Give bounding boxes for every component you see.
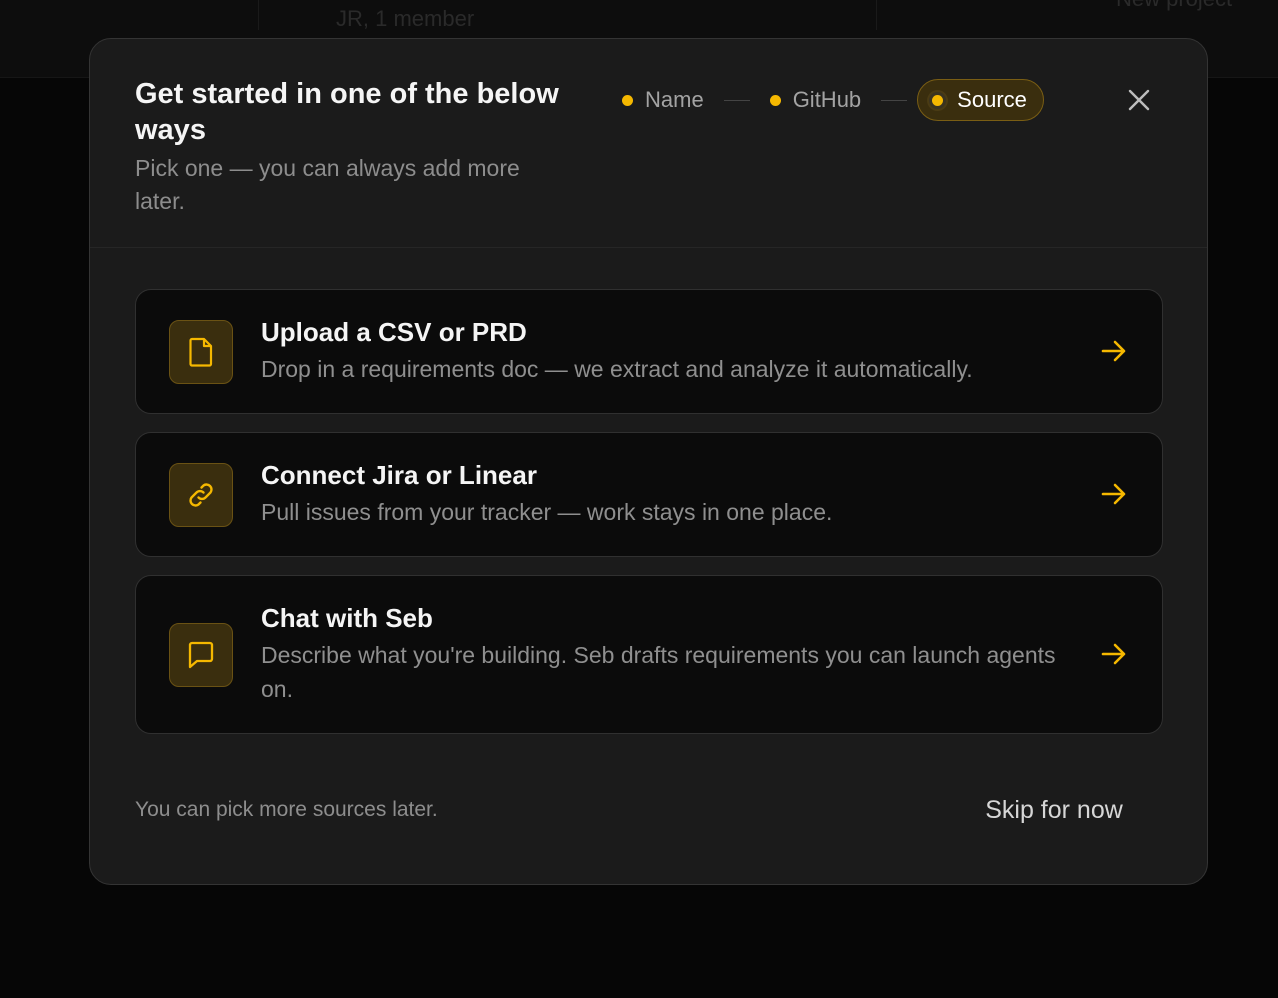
option-title: Chat with Seb xyxy=(261,603,433,633)
close-button[interactable] xyxy=(1122,83,1156,117)
step-source[interactable]: Source xyxy=(917,79,1044,121)
file-icon xyxy=(169,320,233,384)
background-team-label: JR, 1 member xyxy=(336,6,475,31)
source-options-list: Upload a CSV or PRD Drop in a requiremen… xyxy=(135,289,1163,752)
option-connect-jira-linear[interactable]: Connect Jira or Linear Pull issues from … xyxy=(135,432,1163,557)
step-label: Source xyxy=(957,87,1027,112)
step-name[interactable]: Name xyxy=(612,79,714,121)
step-active-dot-icon xyxy=(932,94,944,106)
step-complete-dot-icon xyxy=(622,94,633,106)
step-complete-dot-icon xyxy=(769,94,781,106)
step-label: GitHub xyxy=(792,87,862,112)
option-description: Drop in a requirements doc — we extract … xyxy=(261,356,973,382)
option-chat-with-seb[interactable]: Chat with Seb Describe what you're build… xyxy=(135,575,1163,734)
arrow-right-icon xyxy=(1100,640,1128,668)
skip-for-now-button[interactable]: Skip for now xyxy=(966,787,1142,833)
step-connector xyxy=(723,99,750,101)
onboarding-modal: Get started in one of the below ways Pic… xyxy=(89,38,1208,885)
step-github[interactable]: GitHub xyxy=(760,79,871,121)
background-divider xyxy=(876,0,877,30)
step-label: Name xyxy=(645,87,704,112)
option-upload-csv-prd[interactable]: Upload a CSV or PRD Drop in a requiremen… xyxy=(135,289,1163,414)
arrow-right-icon xyxy=(1100,337,1128,365)
background-divider xyxy=(258,0,259,30)
modal-subtitle: Pick one — you can always add more later… xyxy=(135,155,520,214)
link-icon xyxy=(169,463,233,527)
onboarding-stepper: Name GitHub Source xyxy=(612,79,1044,121)
close-icon xyxy=(1128,89,1150,111)
option-title: Upload a CSV or PRD xyxy=(261,317,527,347)
option-title: Connect Jira or Linear xyxy=(261,460,537,490)
modal-header: Get started in one of the below ways Pic… xyxy=(90,39,1207,248)
modal-title: Get started in one of the below ways xyxy=(135,78,559,146)
arrow-right-icon xyxy=(1100,480,1128,508)
option-description: Describe what you're building. Seb draft… xyxy=(261,642,1056,702)
background-new-project-label: New project xyxy=(1116,0,1232,12)
chat-bubble-icon xyxy=(169,623,233,687)
footer-note: You can pick more sources later. xyxy=(135,798,438,821)
option-description: Pull issues from your tracker — work sta… xyxy=(261,499,833,525)
step-connector xyxy=(881,99,908,101)
